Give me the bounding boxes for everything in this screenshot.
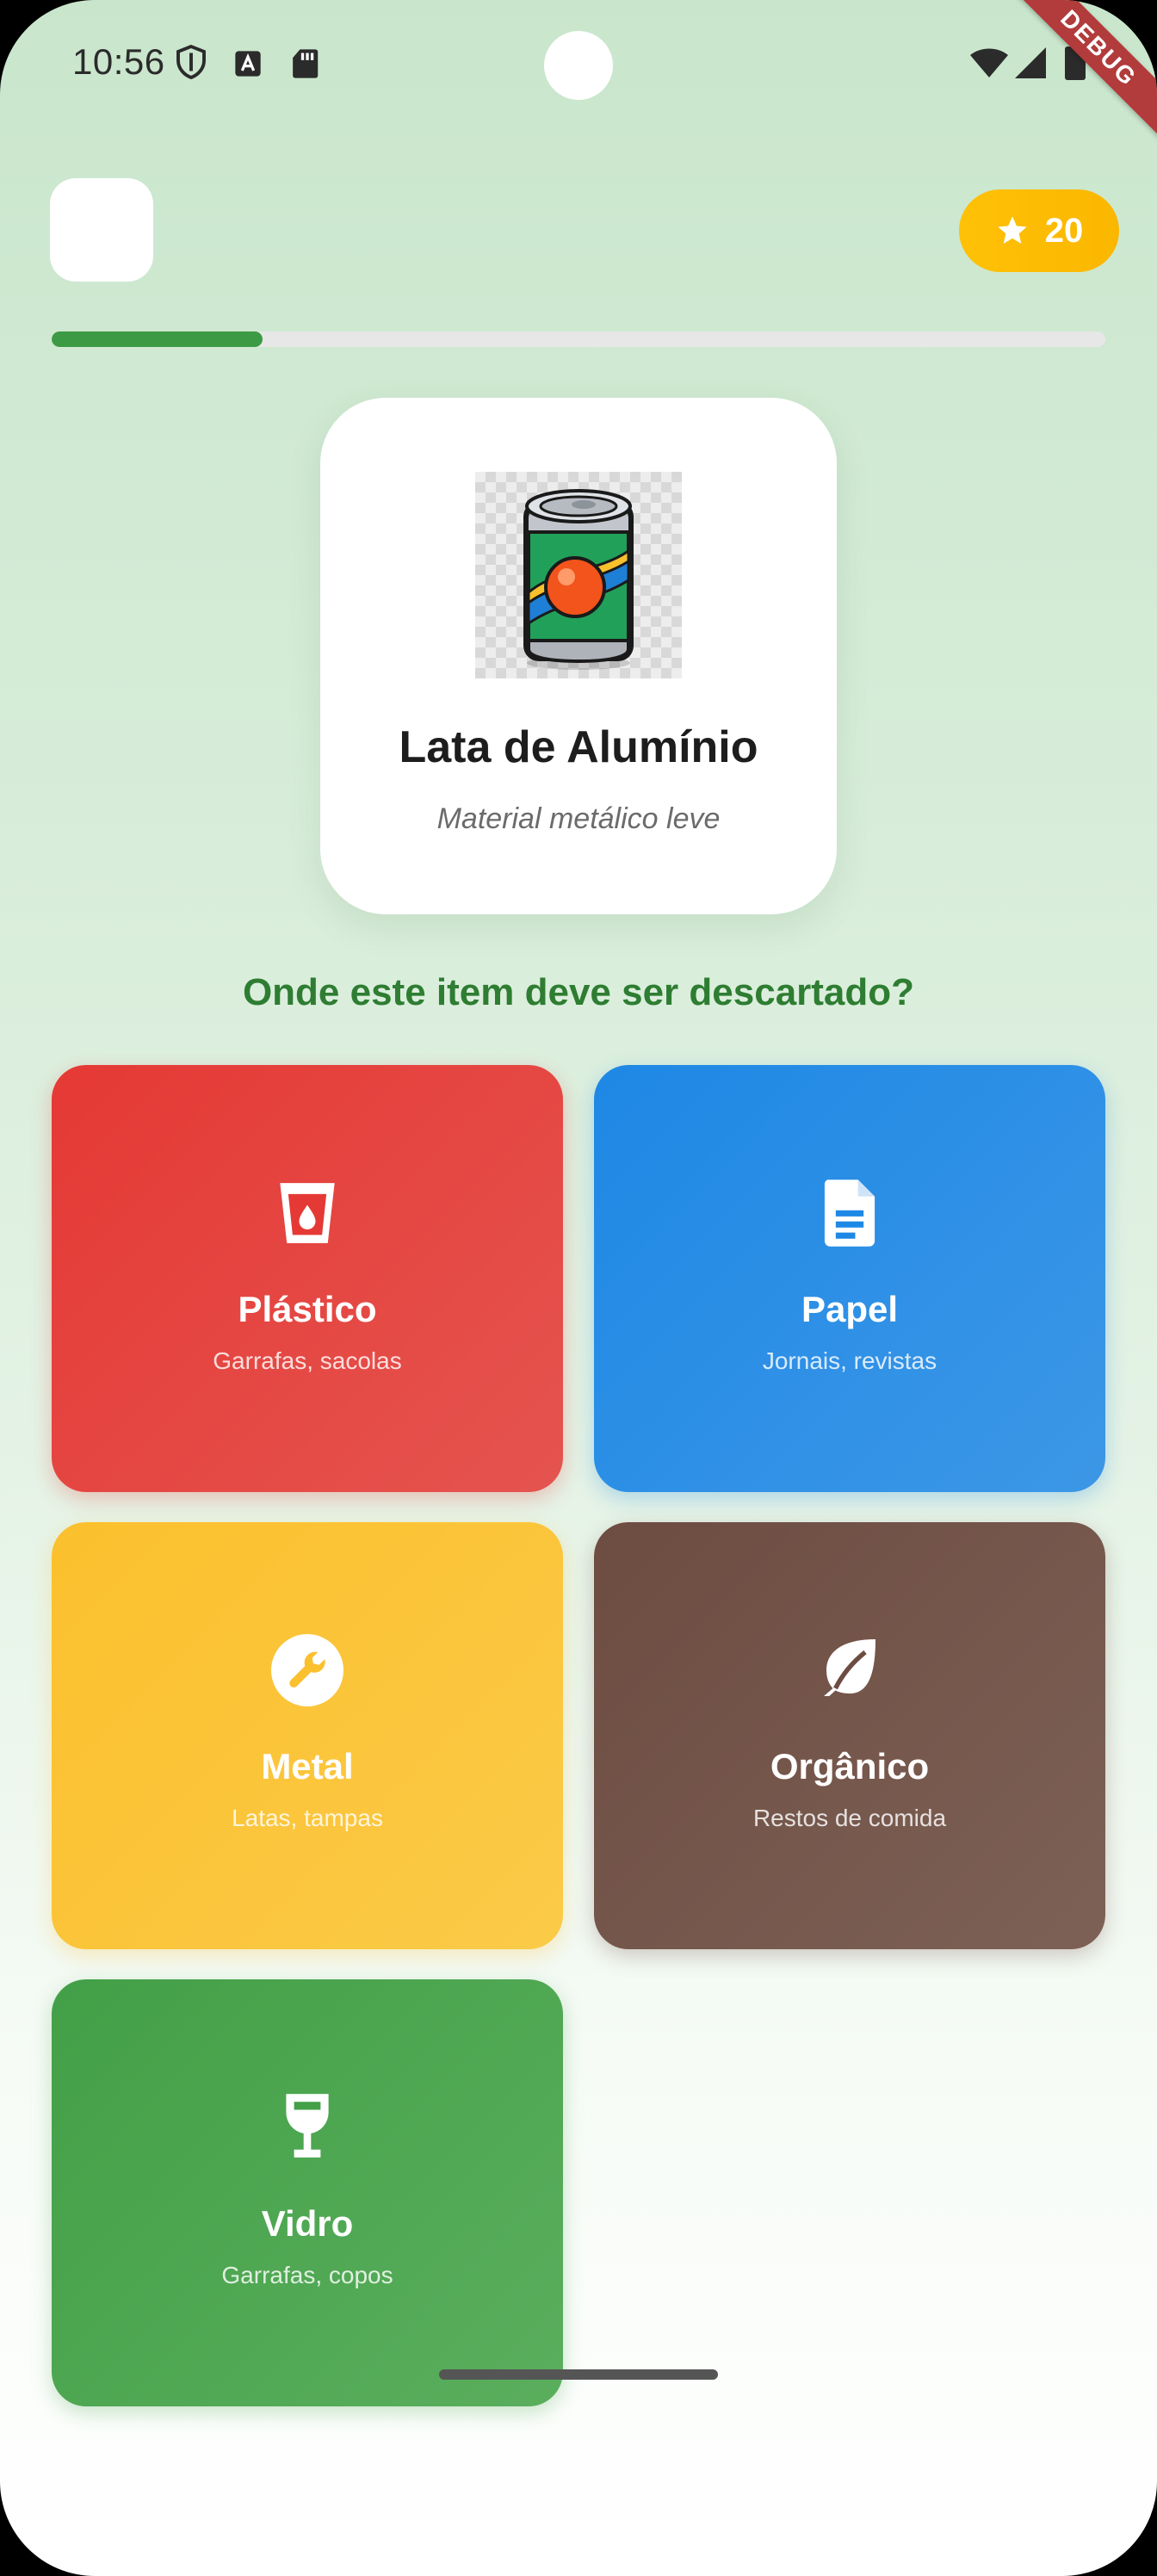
category-title: Orgânico [770,1746,930,1786]
item-title: Lata de Alumínio [399,722,758,772]
category-organic-button[interactable]: Orgânico Restos de comida [594,1522,1105,1949]
category-paper-button[interactable]: Papel Jornais, revistas [594,1065,1105,1492]
shield-icon [176,44,207,84]
question-prompt: Onde este item deve ser descartado? [242,971,915,1013]
category-title: Plástico [238,1289,377,1329]
profile-avatar-button[interactable] [50,178,153,282]
progress-bar [52,331,1105,347]
category-description: Latas, tampas [232,1805,383,1831]
star-icon [995,214,1030,248]
wrench-icon [52,1634,563,1706]
category-description: Garrafas, sacolas [213,1347,402,1374]
category-title: Vidro [261,2203,354,2244]
score-value: 20 [1044,211,1084,250]
leaf-icon [594,1634,1105,1696]
category-title: Metal [261,1746,354,1786]
home-indicator[interactable] [439,2369,718,2380]
sd-card-icon [291,48,319,84]
cup-drop-icon [52,1177,563,1249]
score-badge: 20 [959,189,1119,272]
camera-cutout [544,31,613,100]
category-title: Papel [801,1289,899,1329]
device-frame: 10:56 DEBUG 20 Lata de Alumínio Material… [0,0,1157,2576]
status-time: 10:56 [72,41,165,82]
category-metal-button[interactable]: Metal Latas, tampas [52,1522,563,1949]
app-screen: 10:56 DEBUG 20 Lata de Alumínio Material… [0,0,1157,2576]
item-subtitle: Material metálico leve [436,802,721,835]
category-description: Restos de comida [752,1805,947,1831]
document-icon [594,1177,1105,1249]
wifi-icon [969,48,1009,84]
item-card: Lata de Alumínio Material metálico leve [320,398,837,914]
progress-bar-fill [52,331,263,347]
status-bar: 10:56 DEBUG [0,0,1157,159]
wine-glass-icon [52,2091,563,2160]
category-description: Garrafas, copos [221,2262,393,2288]
cellular-signal-icon [1014,46,1047,84]
category-description: Jornais, revistas [762,1347,937,1374]
aluminum-can-image [475,472,682,678]
font-download-icon [234,50,262,82]
category-glass-button[interactable]: Vidro Garrafas, copos [52,1979,563,2406]
category-plastic-button[interactable]: Plástico Garrafas, sacolas [52,1065,563,1492]
